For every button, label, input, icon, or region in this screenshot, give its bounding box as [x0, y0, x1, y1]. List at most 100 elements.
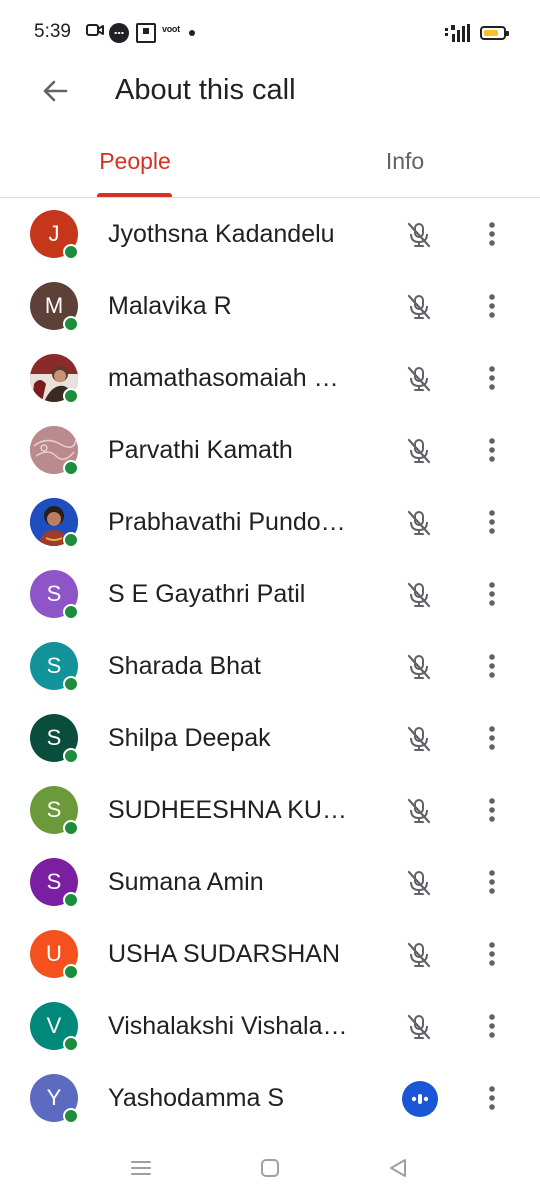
- mute-status-button[interactable]: [402, 290, 436, 324]
- mic-off-icon: [407, 294, 431, 320]
- online-status-dot: [63, 244, 79, 260]
- more-options-button[interactable]: [474, 936, 510, 972]
- participant-row[interactable]: Prabhavathi Pundo…: [0, 486, 540, 558]
- participant-name: Jyothsna Kadandelu: [108, 220, 335, 248]
- mic-off-icon: [407, 222, 431, 248]
- more-options-button[interactable]: [474, 1008, 510, 1044]
- navigation-bar: [0, 1140, 540, 1200]
- mute-status-button[interactable]: [402, 434, 436, 468]
- participant-row[interactable]: S SUDHEESHNA KU…: [0, 774, 540, 846]
- more-vert-icon: [489, 942, 495, 966]
- notification-dot-icon: [189, 30, 195, 36]
- online-status-dot: [63, 316, 79, 332]
- mic-off-icon: [407, 438, 431, 464]
- signal-icon: [445, 24, 470, 42]
- online-status-dot: [63, 604, 79, 620]
- app-bar: About this call: [0, 64, 540, 120]
- online-status-dot: [63, 820, 79, 836]
- more-vert-icon: [489, 654, 495, 678]
- online-status-dot: [63, 964, 79, 980]
- participant-name: S E Gayathri Patil: [108, 580, 306, 608]
- more-options-button[interactable]: [474, 864, 510, 900]
- more-options-button[interactable]: [474, 792, 510, 828]
- mic-off-icon: [407, 1014, 431, 1040]
- participant-row[interactable]: Parvathi Kamath: [0, 414, 540, 486]
- more-vert-icon: [489, 510, 495, 534]
- battery-icon: [480, 26, 509, 40]
- menu-icon: [131, 1161, 151, 1175]
- home-button[interactable]: [255, 1154, 285, 1182]
- more-options-button[interactable]: [474, 1080, 510, 1116]
- more-vert-icon: [489, 438, 495, 462]
- more-options-button[interactable]: [474, 504, 510, 540]
- arrow-left-icon: [43, 80, 68, 102]
- chat-icon: [109, 23, 129, 43]
- online-status-dot: [63, 1108, 79, 1124]
- online-status-dot: [63, 748, 79, 764]
- more-options-button[interactable]: [474, 288, 510, 324]
- tab-info[interactable]: Info: [270, 134, 540, 198]
- menu-button[interactable]: [126, 1154, 156, 1182]
- participant-row[interactable]: Y Yashodamma S: [0, 1062, 540, 1134]
- participant-name: Shilpa Deepak: [108, 724, 271, 752]
- mute-status-button[interactable]: [402, 722, 436, 756]
- mute-status-button[interactable]: [402, 578, 436, 612]
- participant-row[interactable]: V Vishalakshi Vishala…: [0, 990, 540, 1062]
- mute-status-button[interactable]: [402, 938, 436, 972]
- mic-off-icon: [407, 942, 431, 968]
- more-vert-icon: [489, 582, 495, 606]
- mute-status-button[interactable]: [402, 650, 436, 684]
- more-vert-icon: [489, 1014, 495, 1038]
- mute-status-button[interactable]: [402, 362, 436, 396]
- more-options-button[interactable]: [474, 216, 510, 252]
- participant-row[interactable]: mamathasomaiah …: [0, 342, 540, 414]
- tab-bar: People Info: [0, 134, 540, 198]
- more-vert-icon: [489, 726, 495, 750]
- home-square-icon: [261, 1159, 279, 1177]
- mute-status-button[interactable]: [402, 794, 436, 828]
- participant-row[interactable]: U USHA SUDARSHAN: [0, 918, 540, 990]
- app-label: voot: [162, 24, 180, 34]
- more-options-button[interactable]: [474, 720, 510, 756]
- mute-status-button[interactable]: [402, 866, 436, 900]
- participant-row[interactable]: S Sharada Bhat: [0, 630, 540, 702]
- mute-status-button[interactable]: [402, 218, 436, 252]
- mic-off-icon: [407, 510, 431, 536]
- audio-level-icon: [411, 1094, 429, 1104]
- page-title: About this call: [115, 74, 296, 106]
- more-options-button[interactable]: [474, 432, 510, 468]
- mute-status-button[interactable]: [402, 506, 436, 540]
- more-vert-icon: [489, 222, 495, 246]
- online-status-dot: [63, 676, 79, 692]
- back-button[interactable]: [34, 70, 76, 112]
- participant-row[interactable]: SS E Gayathri Patil: [0, 558, 540, 630]
- mute-status-button[interactable]: [402, 1010, 436, 1044]
- people-list: J Jyothsna Kadandelu M Malavika R mamathasom…: [0, 198, 540, 1134]
- participant-row[interactable]: M Malavika R: [0, 270, 540, 342]
- video-icon: [86, 24, 104, 36]
- status-bar: 5:39 voot: [0, 0, 540, 64]
- participant-name: Prabhavathi Pundo…: [108, 508, 346, 536]
- online-status-dot: [63, 532, 79, 548]
- online-status-dot: [63, 460, 79, 476]
- mic-off-icon: [407, 726, 431, 752]
- more-vert-icon: [489, 1086, 495, 1110]
- tab-people[interactable]: People: [0, 134, 270, 198]
- mic-off-icon: [407, 582, 431, 608]
- active-tab-indicator: [97, 193, 172, 197]
- more-options-button[interactable]: [474, 576, 510, 612]
- more-vert-icon: [489, 294, 495, 318]
- mic-off-icon: [407, 654, 431, 680]
- participant-name: Sumana Amin: [108, 868, 264, 896]
- more-options-button[interactable]: [474, 648, 510, 684]
- more-options-button[interactable]: [474, 360, 510, 396]
- participant-row[interactable]: S Shilpa Deepak: [0, 702, 540, 774]
- speaking-indicator[interactable]: [402, 1081, 438, 1117]
- status-time: 5:39: [34, 21, 71, 42]
- back-triangle-icon: [390, 1159, 406, 1177]
- online-status-dot: [63, 1036, 79, 1052]
- participant-row[interactable]: J Jyothsna Kadandelu: [0, 198, 540, 270]
- system-back-button[interactable]: [383, 1154, 413, 1182]
- participant-row[interactable]: S Sumana Amin: [0, 846, 540, 918]
- more-vert-icon: [489, 870, 495, 894]
